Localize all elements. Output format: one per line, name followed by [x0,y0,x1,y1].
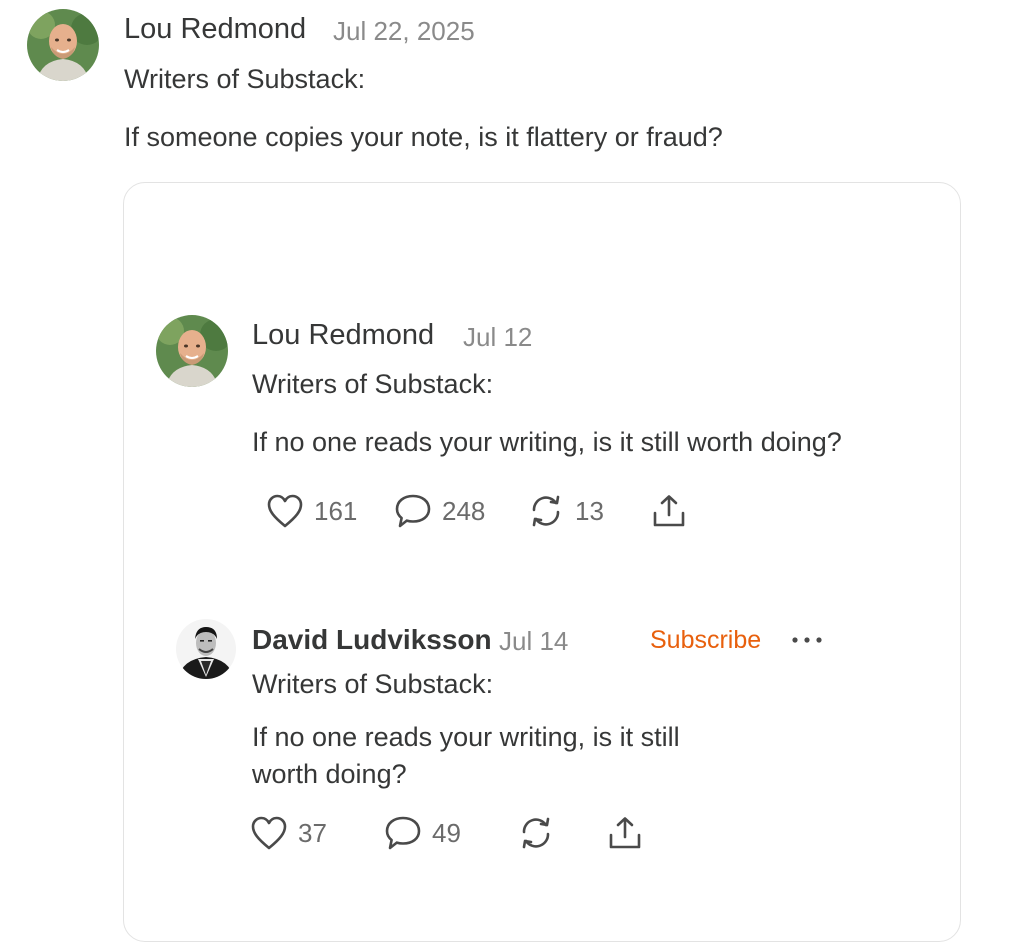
embed-date[interactable]: Jul 14 [499,626,568,657]
heart-icon [267,494,303,528]
more-options-button[interactable] [790,630,824,655]
restack-button[interactable]: 13 [527,493,604,529]
embed-author-name[interactable]: David Ludviksson [252,624,492,656]
like-count: 161 [314,495,358,526]
comment-icon [395,494,431,528]
share-button[interactable] [650,493,688,529]
comment-button[interactable]: 248 [394,493,485,529]
restack-icon [522,817,550,849]
subscribe-button[interactable]: Subscribe [650,626,761,655]
embed-date[interactable]: Jul 12 [463,322,532,353]
share-icon [609,817,641,849]
like-button[interactable]: 161 [266,493,357,529]
embed-text-line-3: worth doing? [252,759,407,789]
restack-icon [532,495,560,527]
share-button[interactable] [606,815,644,851]
comment-icon [385,816,421,850]
embed-text-line-2: If no one reads your writing, is it stil… [252,722,680,752]
author-name[interactable]: Lou Redmond [124,13,306,46]
restack-button[interactable] [517,815,555,851]
embed-author-avatar[interactable] [176,619,236,679]
share-icon [653,495,685,527]
comment-count: 49 [432,817,461,848]
post-text-line-1: Writers of Substack: [124,64,366,94]
comment-button[interactable]: 49 [384,815,461,851]
restack-count: 13 [575,495,604,526]
post-date[interactable]: Jul 22, 2025 [333,16,475,47]
embed-text-line-2: If no one reads your writing, is it stil… [252,427,842,457]
embed-text-line-1: Writers of Substack: [252,369,494,399]
embed-author-name[interactable]: Lou Redmond [252,319,434,352]
embed-text-line-1: Writers of Substack: [252,669,494,699]
more-dots-icon [792,637,822,643]
post-text-line-2: If someone copies your note, is it flatt… [124,122,723,152]
like-count: 37 [298,817,327,848]
heart-icon [251,816,287,850]
comment-count: 248 [442,495,486,526]
like-button[interactable]: 37 [250,815,327,851]
embed-author-avatar[interactable] [156,315,228,387]
author-avatar[interactable] [27,9,99,81]
